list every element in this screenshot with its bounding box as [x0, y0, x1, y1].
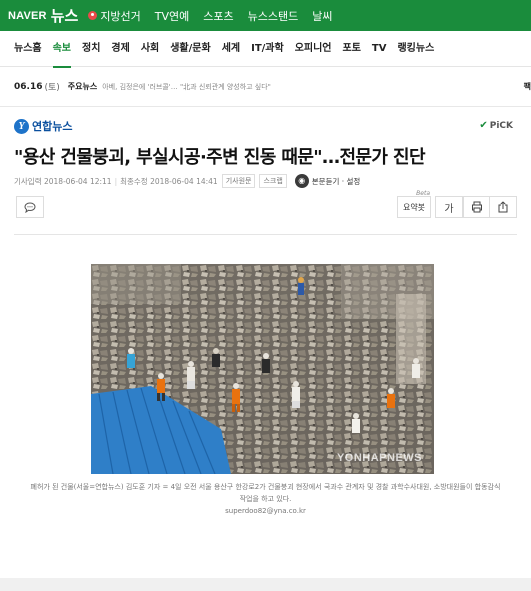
- header-divider: [14, 234, 517, 235]
- strip-date: 06.16: [14, 81, 43, 92]
- collapse-scene-image: [91, 264, 434, 474]
- pick-label: PiCK: [489, 120, 513, 131]
- top-nav-label: 지방선거: [100, 9, 141, 23]
- top-nav-newsstand[interactable]: 뉴스스탠드: [248, 8, 299, 24]
- photo-watermark: YONHAPNEWS: [336, 452, 422, 464]
- article-meta: 기사입력 2018-06-04 12:11 | 최종수정 2018-06-04 …: [14, 174, 360, 188]
- naver-logo-text: NAVER: [8, 9, 47, 22]
- main-news-ticker[interactable]: 아베, 김정은에 '러브콜'… "北과 신뢰관계 양성하고 싶다": [102, 82, 382, 92]
- category-society[interactable]: 사회: [141, 31, 159, 67]
- check-icon: ✔: [479, 120, 488, 131]
- category-menu: 뉴스홈 속보 정치 경제 사회 생활/문화 세계 IT/과학 오피니언 포토 T…: [0, 31, 531, 68]
- category-news-home[interactable]: 뉴스홈: [14, 31, 42, 67]
- election-pin-icon: [88, 11, 98, 20]
- strip-day-of-week: (토): [44, 83, 60, 93]
- category-opinion[interactable]: 오피니언: [295, 31, 332, 67]
- category-life-culture[interactable]: 생활/문화: [170, 31, 210, 67]
- press-logo[interactable]: Y 연합뉴스: [14, 118, 72, 134]
- article-headline: "용산 건물붕괴, 부실시공·주변 진동 때문"…전문가 진단: [14, 147, 426, 168]
- share-button[interactable]: [489, 196, 517, 218]
- category-it-science[interactable]: IT/과학: [251, 31, 284, 67]
- category-ranking-news[interactable]: 랭킹뉴스: [397, 31, 434, 67]
- category-tv[interactable]: TV: [372, 31, 387, 67]
- top-nav: 지방선거 TV연예 스포츠 뉴스스탠드 날씨: [88, 8, 346, 24]
- news-logo-text: 뉴스: [50, 8, 79, 25]
- original-article-button[interactable]: 기사원문: [221, 174, 256, 188]
- listen-label: 본문듣기 · 설정: [311, 176, 361, 186]
- pick-badge: ✔ PiCK: [479, 120, 513, 131]
- share-icon: [498, 201, 508, 213]
- naver-news-logo[interactable]: NAVER 뉴스: [8, 5, 78, 26]
- top-navigation-bar: NAVER 뉴스 지방선거 TV연예 스포츠 뉴스스탠드 날씨: [0, 0, 531, 31]
- article-toolbar: Beta 요약봇 가: [14, 190, 517, 220]
- published-time: 기사입력 2018-06-04 12:11: [14, 176, 112, 186]
- category-politics[interactable]: 정치: [82, 31, 100, 67]
- top-nav-tv-entertainment[interactable]: TV연예: [155, 8, 189, 24]
- scrap-button[interactable]: 스크랩: [259, 174, 287, 188]
- comment-button[interactable]: [16, 196, 44, 218]
- reporter-email: superdoo82@yna.co.kr: [225, 507, 306, 515]
- top-nav-local-election[interactable]: 지방선거: [88, 8, 141, 24]
- category-photo[interactable]: 포토: [343, 31, 361, 67]
- speaker-icon: ◉: [294, 174, 309, 188]
- comment-icon: [24, 201, 36, 213]
- main-news-label: 주요뉴스: [67, 82, 98, 91]
- summary-bot-label: 요약봇: [402, 202, 426, 212]
- press-name: 연합뉴스: [32, 120, 73, 133]
- headline-strip: 06.16 (토) 주요뉴스 아베, 김정은에 '러브콜'… "北과 신뢰관계 …: [0, 67, 531, 107]
- footer-band: [0, 578, 531, 591]
- summary-bot-button[interactable]: Beta 요약봇: [397, 190, 431, 218]
- photo-caption: 폐허가 된 건물(서울=연합뉴스) 김도훈 기자 = 4일 오전 서울 용산구 …: [30, 483, 501, 503]
- print-icon: [472, 201, 482, 213]
- top-nav-weather[interactable]: 날씨: [312, 8, 332, 24]
- category-world[interactable]: 세계: [222, 31, 240, 67]
- modified-time: 최종수정 2018-06-04 14:41: [120, 176, 218, 186]
- top-nav-sports[interactable]: 스포츠: [203, 8, 233, 24]
- font-size-button[interactable]: 가: [435, 196, 463, 218]
- print-button[interactable]: [463, 196, 491, 218]
- meta-separator: |: [114, 176, 118, 186]
- category-economy[interactable]: 경제: [111, 31, 129, 67]
- listen-button[interactable]: ◉ 본문듣기 · 설정: [294, 174, 361, 188]
- strip-edge-label[interactable]: 팩: [524, 81, 531, 92]
- yonhap-logo-icon: Y: [14, 118, 29, 134]
- beta-label: Beta: [416, 190, 430, 197]
- category-breaking[interactable]: 속보: [52, 31, 72, 68]
- article-photo[interactable]: YONHAPNEWS: [91, 264, 434, 474]
